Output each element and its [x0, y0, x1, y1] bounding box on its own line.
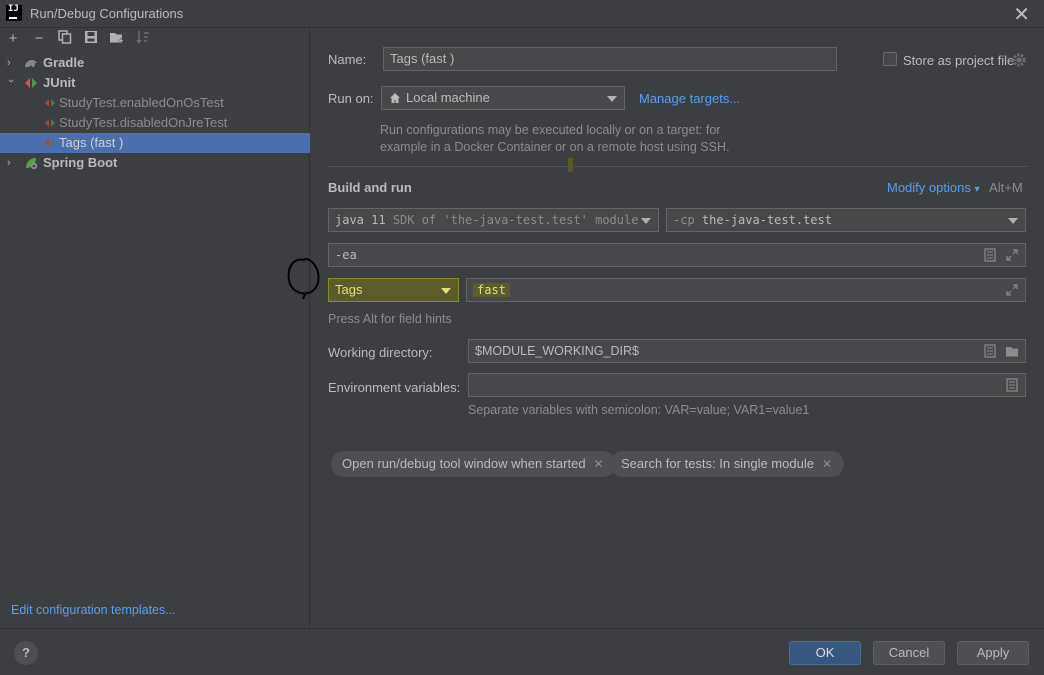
tree-label: Gradle: [43, 55, 85, 70]
test-kind-select[interactable]: Tags: [328, 278, 459, 302]
tree-item-gradle[interactable]: › Gradle: [0, 53, 310, 73]
working-directory-label: Working directory:: [328, 345, 433, 360]
highlight-mark: [568, 158, 573, 172]
name-label: Name:: [328, 52, 367, 67]
close-icon[interactable]: ✕: [594, 457, 604, 471]
gear-icon[interactable]: [1012, 53, 1026, 67]
tree-label: StudyTest.enabledOnOsTest: [59, 95, 224, 110]
tree-label: StudyTest.disabledOnJreTest: [59, 115, 228, 130]
manage-targets-link[interactable]: Manage targets...: [639, 91, 740, 106]
tree-label: Tags (fast ): [59, 135, 124, 150]
spring-boot-icon: [26, 158, 38, 170]
close-icon[interactable]: ✕: [822, 457, 832, 471]
tree-item-tags-fast[interactable]: Tags (fast ): [0, 133, 310, 153]
list-icon[interactable]: [983, 248, 997, 262]
ok-button[interactable]: OK: [789, 641, 861, 665]
run-on-select[interactable]: Local machine: [381, 86, 625, 110]
window-title: Run/Debug Configurations: [30, 6, 184, 21]
chip-label: Search for tests: In single module: [621, 456, 814, 471]
working-directory-input[interactable]: $MODULE_WORKING_DIR$: [468, 339, 1026, 363]
environment-variables-label: Environment variables:: [328, 380, 461, 395]
apply-button[interactable]: Apply: [957, 641, 1029, 665]
title-bar: IJ Run/Debug Configurations ✕: [0, 0, 1044, 28]
working-directory-value: $MODULE_WORKING_DIR$: [475, 344, 639, 358]
run-on-value: Local machine: [406, 90, 490, 105]
test-kind-value: Tags: [335, 282, 363, 297]
tree-label: Spring Boot: [43, 155, 118, 170]
intellij-app-icon: IJ: [6, 5, 22, 21]
junit-test-icon: [45, 139, 55, 147]
chevron-down-icon[interactable]: ›: [1, 79, 21, 89]
section-separator: [328, 166, 1028, 167]
hand-drawn-circle: [285, 254, 325, 303]
edit-templates-link[interactable]: Edit configuration templates...: [11, 603, 176, 617]
chevron-right-icon[interactable]: ›: [7, 53, 17, 73]
new-folder-icon[interactable]: [108, 30, 126, 48]
store-as-project-checkbox[interactable]: [883, 52, 897, 66]
remove-icon[interactable]: −: [30, 30, 48, 48]
junit-icon: [25, 78, 37, 88]
field-hint: Press Alt for field hints: [328, 312, 452, 326]
modify-options-control[interactable]: Modify options ▾ Alt+M: [887, 180, 1023, 195]
jdk-java-version: java 11: [335, 213, 386, 227]
cancel-button[interactable]: Cancel: [873, 641, 945, 665]
chevron-down-icon: [641, 218, 651, 224]
modify-options-shortcut: Alt+M: [989, 180, 1023, 195]
run-on-info-line-2: example in a Docker Container or on a re…: [380, 140, 730, 154]
configurations-panel: + − › Gradle › JUnit StudyTest.enabledOn…: [0, 28, 310, 628]
vm-options-input[interactable]: -ea: [328, 243, 1026, 267]
chevron-down-icon: ▾: [974, 184, 980, 195]
home-icon: [390, 93, 400, 103]
tree-item-junit[interactable]: › JUnit: [0, 73, 310, 93]
dialog-footer: ? OK Cancel Apply: [0, 628, 1044, 675]
run-on-label: Run on:: [328, 91, 374, 106]
tree-label: JUnit: [43, 75, 76, 90]
store-as-project-label: Store as project file: [903, 53, 1015, 68]
cp-prefix: -cp: [673, 213, 695, 227]
tree-item-enabled-on-os-test[interactable]: StudyTest.enabledOnOsTest: [0, 93, 310, 113]
chevron-down-icon: [1008, 218, 1018, 224]
chip-label: Open run/debug tool window when started: [342, 456, 586, 471]
build-and-run-title: Build and run: [328, 180, 412, 195]
name-input[interactable]: Tags (fast ): [383, 47, 837, 71]
chevron-down-icon: [441, 288, 451, 294]
chip-search-for-tests[interactable]: Search for tests: In single module ✕: [610, 451, 844, 477]
help-button[interactable]: ?: [14, 641, 38, 665]
chevron-down-icon: [607, 96, 617, 102]
jdk-detail: SDK of 'the-java-test.test' module: [392, 213, 639, 227]
folder-icon[interactable]: [1005, 344, 1019, 358]
run-on-info-line-1: Run configurations may be executed local…: [380, 123, 721, 137]
environment-variables-input[interactable]: [468, 373, 1026, 397]
configurations-toolbar: + −: [0, 28, 310, 52]
save-icon[interactable]: [82, 30, 100, 48]
chevron-right-icon[interactable]: ›: [7, 153, 17, 173]
environment-variables-hint: Separate variables with semicolon: VAR=v…: [468, 403, 810, 417]
junit-test-icon: [45, 99, 55, 107]
expand-icon[interactable]: [1005, 248, 1019, 262]
chip-open-tool-window[interactable]: Open run/debug tool window when started ✕: [331, 451, 616, 477]
vm-options-value: -ea: [335, 248, 357, 262]
modify-options-link[interactable]: Modify options: [887, 180, 971, 195]
list-icon[interactable]: [983, 344, 997, 358]
list-icon[interactable]: [1005, 378, 1019, 392]
gradle-icon: [25, 60, 37, 67]
junit-test-icon: [45, 119, 55, 127]
tag-expression-value: fast: [473, 283, 510, 297]
cp-module: the-java-test.test: [701, 213, 832, 227]
jdk-select[interactable]: java 11 SDK of 'the-java-test.test' modu…: [328, 208, 659, 232]
configuration-form: Name: Tags (fast ) Store as project file…: [287, 28, 1044, 628]
classpath-select[interactable]: -cp the-java-test.test: [666, 208, 1026, 232]
sort-icon[interactable]: [134, 30, 152, 48]
copy-icon[interactable]: [56, 30, 74, 48]
tree-item-spring-boot[interactable]: › Spring Boot: [0, 153, 310, 173]
close-icon[interactable]: ✕: [1013, 2, 1030, 27]
expand-icon[interactable]: [1005, 283, 1019, 297]
tag-expression-input[interactable]: fast: [466, 278, 1026, 302]
add-icon[interactable]: +: [4, 30, 22, 48]
tree-item-disabled-on-jre-test[interactable]: StudyTest.disabledOnJreTest: [0, 113, 310, 133]
